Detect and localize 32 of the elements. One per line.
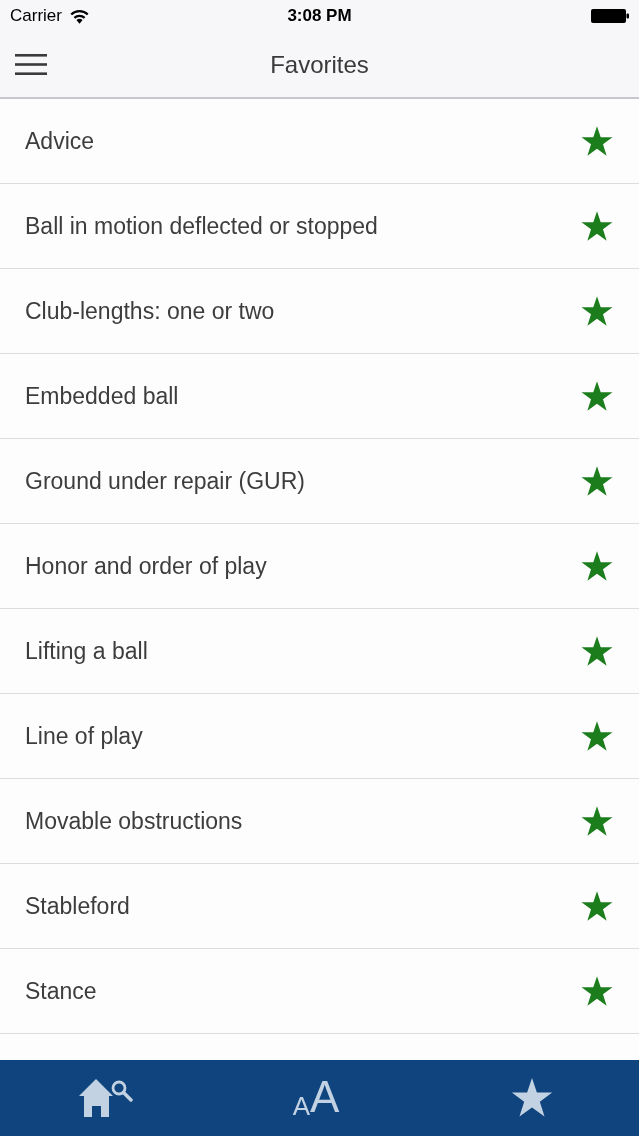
text-size-tab[interactable]: AA [286,1073,346,1123]
carrier-label: Carrier [10,6,62,26]
rule-title: Advice [25,127,95,155]
star-icon[interactable] [581,635,613,667]
battery-icon [591,9,629,23]
nav-title: Favorites [270,50,369,79]
rule-title: Honor and order of play [25,552,267,580]
rule-title: Movable obstructions [25,807,243,835]
menu-icon [15,54,47,75]
rule-title: Ball in motion deflected or stopped [25,212,378,240]
star-icon[interactable] [581,720,613,752]
star-icon[interactable] [581,805,613,837]
star-icon[interactable] [581,125,613,157]
rule-title: Stance [25,977,97,1005]
rule-title: Club-lengths: one or two [25,297,275,325]
rule-title: Lifting a ball [25,637,148,665]
rule-title: Ground under repair (GUR) [25,467,305,495]
star-icon[interactable] [581,890,613,922]
rule-title: Embedded ball [25,382,179,410]
star-icon[interactable] [581,210,613,242]
star-icon[interactable] [581,465,613,497]
star-icon[interactable] [581,380,613,412]
star-icon[interactable] [581,295,613,327]
star-icon[interactable] [581,550,613,582]
star-icon [511,1078,553,1118]
menu-button[interactable] [15,54,47,75]
wifi-icon [69,8,89,24]
status-time: 3:08 PM [287,6,352,26]
rule-title: Line of play [25,722,143,750]
star-icon[interactable] [581,975,613,1007]
rule-title: Stableford [25,892,130,920]
house-magnifier-icon [79,1079,133,1117]
